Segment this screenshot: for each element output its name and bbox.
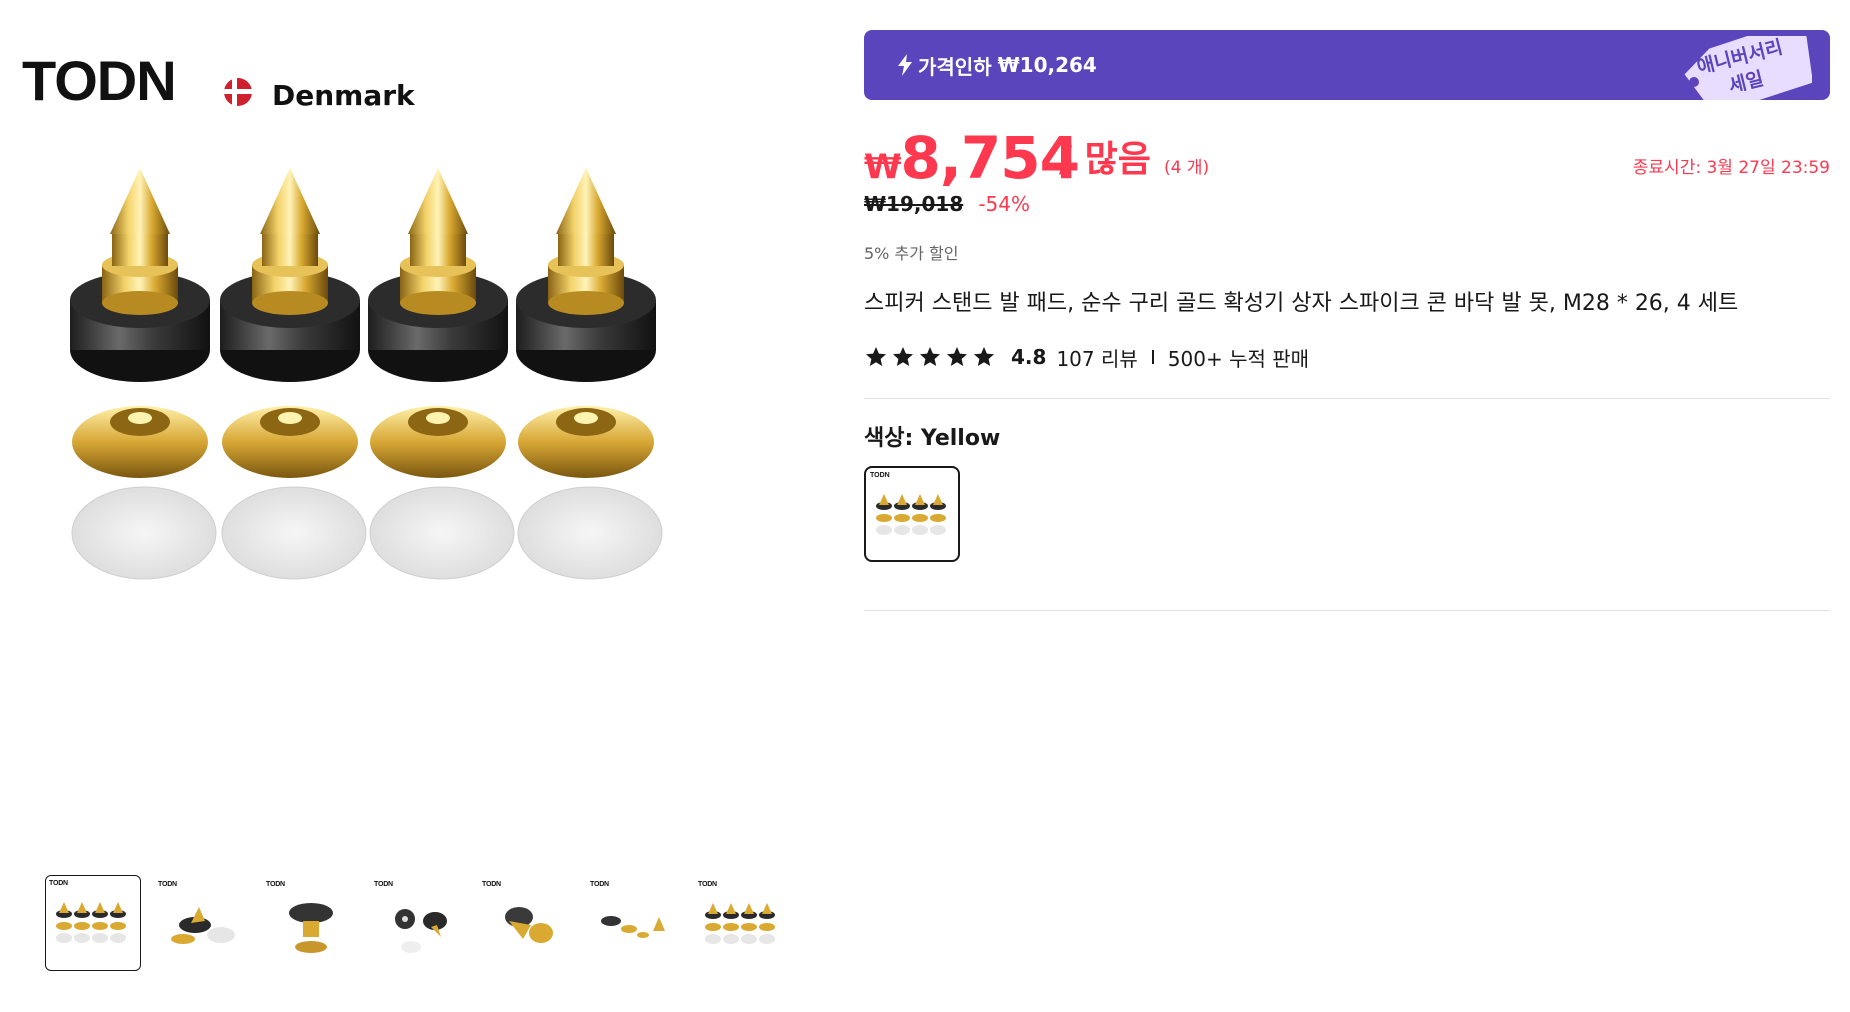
original-price: ₩19,018	[864, 192, 964, 216]
sale-price: ₩8,754	[864, 124, 1080, 192]
star-icon	[866, 347, 886, 366]
thumbnail-5[interactable]: TODN	[477, 875, 573, 971]
price-drop-label: 가격인하	[918, 54, 992, 79]
sale-end-time: 종료시간: 3월 27일 23:59	[1632, 158, 1830, 178]
separator	[1151, 350, 1154, 364]
price-row: ₩8,754 / 많음 (4 개) 종료시간: 3월 27일 23:59	[864, 128, 1830, 188]
review-count-link[interactable]: 107 리뷰	[1056, 343, 1137, 372]
svg-text:TODN: TODN	[22, 50, 176, 112]
brand-logo: TODN Denmark	[22, 50, 416, 112]
star-icon	[974, 347, 994, 366]
thumbnail-1[interactable]: TODN	[45, 875, 141, 971]
per-unit: / 많음	[1059, 139, 1151, 180]
divider	[864, 610, 1830, 611]
thumbnail-7[interactable]: TODN	[693, 875, 789, 971]
thumbnail-2[interactable]: TODN	[153, 875, 249, 971]
rating-score: 4.8	[1011, 345, 1047, 369]
star-icon	[947, 347, 967, 366]
star-rating	[864, 345, 999, 369]
color-swatch-yellow[interactable]: TODN	[864, 466, 960, 562]
main-product-image[interactable]: TODN Denmark	[20, 50, 780, 840]
divider	[864, 398, 1830, 399]
thumbnail-strip: TODN TODN TODN TODN TODN TODN TODN	[45, 875, 801, 975]
unit-quantity: (4 개)	[1164, 158, 1210, 178]
thumbnail-3[interactable]: TODN	[261, 875, 357, 971]
star-icon	[893, 347, 913, 366]
rating-row[interactable]: 4.8 107 리뷰 500+ 누적 판매	[864, 342, 1309, 372]
lightning-icon	[898, 54, 912, 76]
sold-count: 500+ 누적 판매	[1167, 346, 1310, 371]
thumbnail-6[interactable]: TODN	[585, 875, 681, 971]
extra-discount: 5% 추가 할인	[864, 244, 959, 263]
price-drop-amount: ₩10,264	[997, 53, 1097, 77]
star-icon	[920, 347, 940, 366]
thumbnail-4[interactable]: TODN	[369, 875, 465, 971]
original-price-row: ₩19,018 -54%	[864, 192, 1030, 222]
svg-text:Denmark: Denmark	[272, 79, 416, 112]
price-drop-banner: 가격인하 ₩10,264 애니버서리 세일	[864, 30, 1830, 100]
discount-percent: -54%	[978, 192, 1031, 216]
color-option-label: 색상: Yellow	[864, 426, 1001, 451]
product-title: 스피커 스탠드 발 패드, 순수 구리 골드 확성기 상자 스파이크 콘 바닥 …	[864, 291, 1739, 316]
product-gallery: TODN Denmark TODN TODN TODN TODN TODN TODN TOD…	[0, 0, 800, 1012]
